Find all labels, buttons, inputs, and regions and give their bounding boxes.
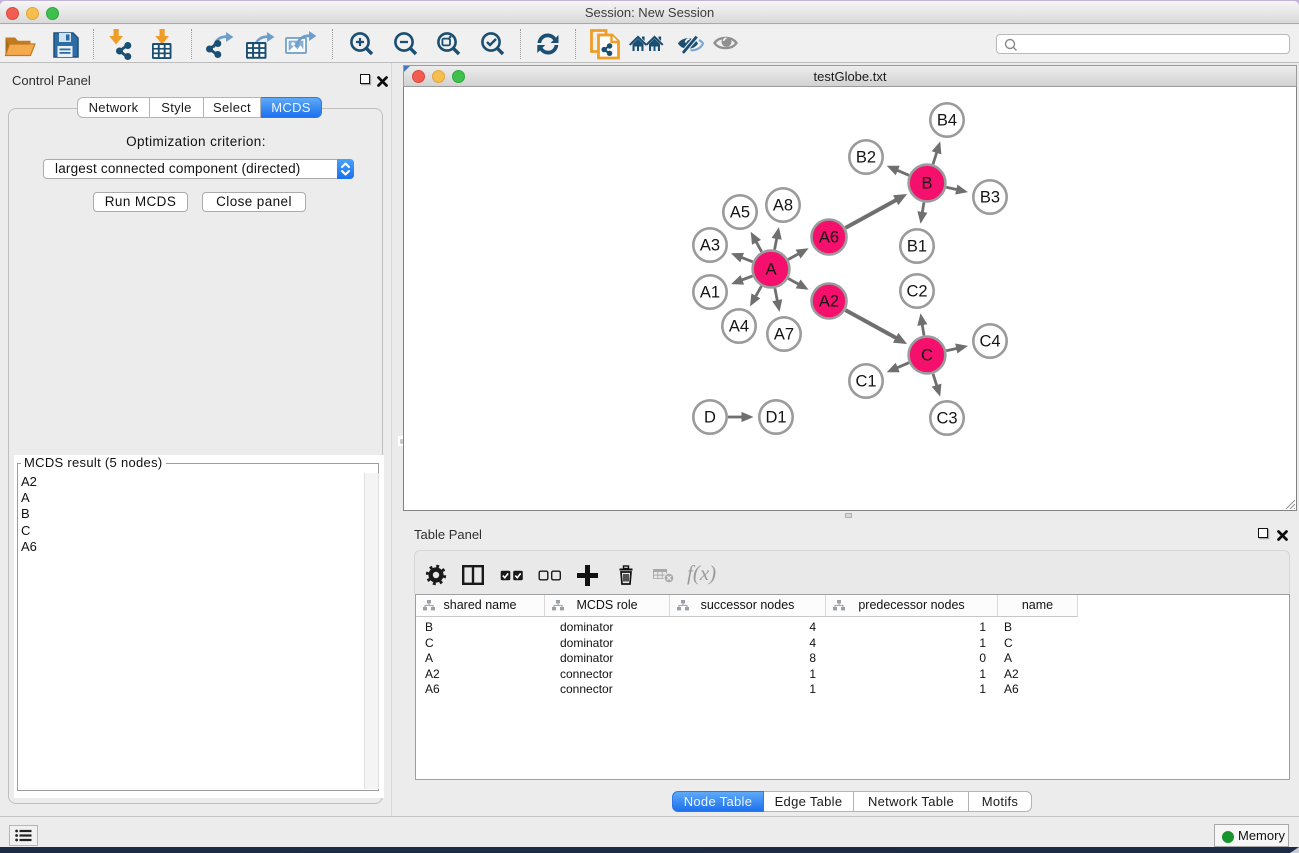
svg-text:C2: C2 [906,283,927,301]
svg-text:B2: B2 [856,149,876,167]
svg-text:A6: A6 [819,229,839,247]
svg-text:B1: B1 [907,238,927,256]
svg-text:C: C [921,347,933,365]
svg-text:C4: C4 [979,333,1000,351]
svg-text:C3: C3 [936,410,957,428]
svg-text:A8: A8 [773,197,793,215]
svg-text:A5: A5 [730,204,750,222]
svg-text:D: D [704,409,716,427]
svg-text:B3: B3 [980,189,1000,207]
svg-text:C1: C1 [855,373,876,391]
svg-text:A2: A2 [819,293,839,311]
svg-text:A7: A7 [774,326,794,344]
svg-text:A: A [765,261,776,279]
svg-text:B4: B4 [937,112,957,130]
svg-text:D1: D1 [765,409,786,427]
svg-text:A1: A1 [700,284,720,302]
svg-text:A3: A3 [700,237,720,255]
svg-text:A4: A4 [729,318,749,336]
svg-text:B: B [921,175,932,193]
